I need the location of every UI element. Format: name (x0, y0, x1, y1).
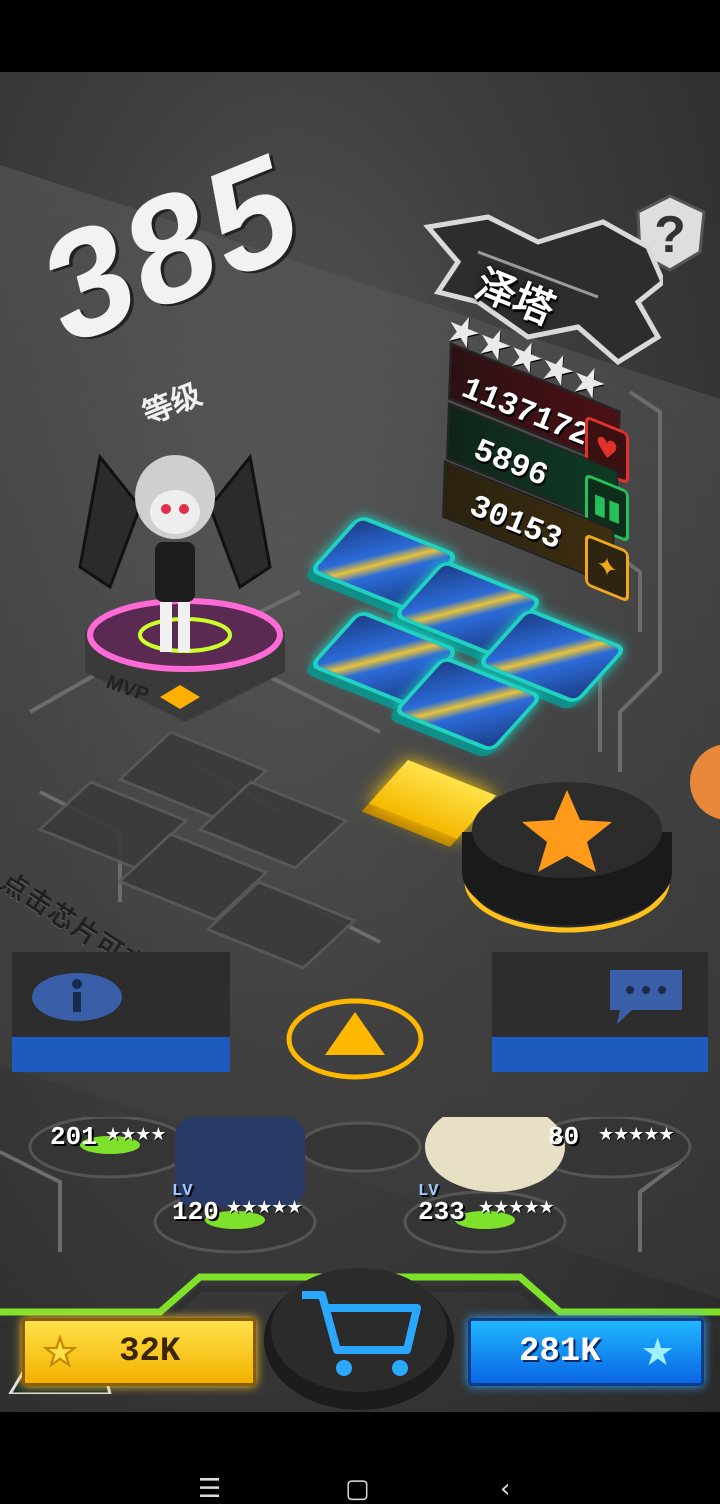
status-bar (0, 0, 720, 72)
gold-currency[interactable]: ★ 32K (22, 1318, 256, 1386)
team-level-3: LV 233 (418, 1182, 465, 1227)
team-level-1: 201 (50, 1122, 97, 1152)
menu-icon[interactable]: ☰ (198, 1474, 221, 1504)
team-level-2: LV 120 (172, 1182, 219, 1227)
team-stars-2: ★★★★★ (226, 1197, 303, 1218)
gold-value: 32K (119, 1333, 181, 1371)
home-icon[interactable]: ▢ (345, 1474, 370, 1504)
team-stars-4: ★★★★★ (598, 1124, 675, 1145)
team-level-4: 80 (548, 1122, 580, 1152)
team-stars-1: ★★★★ (105, 1124, 167, 1145)
system-nav-bar: ☰ ▢ ‹ (0, 1412, 720, 1504)
info-button[interactable] (12, 952, 230, 1072)
star-upgrade-button[interactable] (462, 772, 672, 937)
side-menu-button[interactable] (688, 742, 720, 822)
crystal-currency[interactable]: 281K ★ (468, 1318, 704, 1386)
hero-character[interactable] (70, 417, 280, 697)
info-icon (72, 979, 82, 989)
star-icon: ★ (42, 1329, 78, 1375)
team-stars-3: ★★★★★ (478, 1197, 555, 1218)
crystal-value: 281K (519, 1333, 601, 1371)
back-icon[interactable]: ‹ (500, 1474, 510, 1504)
game-screen: 385 等级 ? 泽塔 ★★★★★ 1137172 ♥ 5896 ▮▮ 3015… (0, 72, 720, 1412)
star-icon: ★ (640, 1330, 675, 1374)
expand-up-button[interactable] (285, 997, 425, 1082)
triangle-up-icon (325, 1012, 385, 1055)
chat-button[interactable] (492, 952, 708, 1072)
shop-cart-button[interactable] (262, 1260, 457, 1415)
